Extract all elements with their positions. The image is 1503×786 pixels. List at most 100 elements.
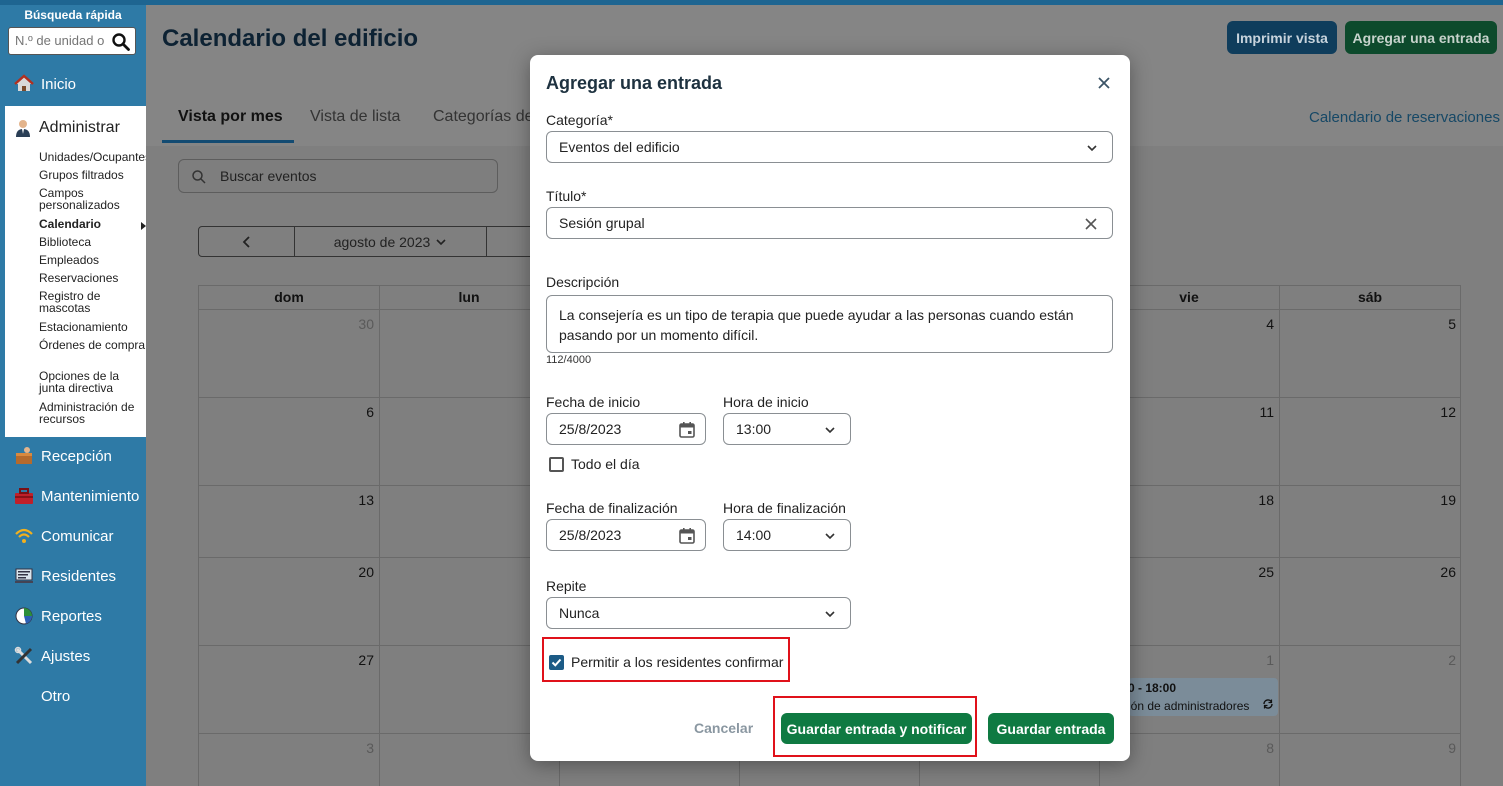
description-value: La consejería es un tipo de terapia que … — [559, 307, 1074, 343]
user-icon — [16, 120, 30, 137]
start-date-input[interactable]: 25/8/2023 — [546, 413, 706, 445]
sidebar-item-label: Mantenimiento — [41, 487, 140, 505]
day-number[interactable]: 27 — [344, 652, 374, 668]
calendar-icon[interactable] — [678, 421, 696, 439]
day-number[interactable]: 12 — [1426, 404, 1456, 420]
sidebar-subitem-empleados[interactable]: Empleados — [39, 254, 146, 266]
grid-line — [198, 285, 199, 786]
cancel-button[interactable]: Cancelar — [694, 713, 753, 744]
start-time-select[interactable]: 13:00 — [723, 413, 851, 445]
close-icon[interactable] — [1096, 75, 1112, 91]
sidebar-item-mantenimiento[interactable]: Mantenimiento — [0, 476, 146, 516]
sidebar-item-recepcion[interactable]: Recepción — [0, 436, 146, 476]
day-number[interactable]: 2 — [1426, 652, 1456, 668]
search-icon[interactable] — [111, 32, 131, 52]
tab-categories[interactable]: Categorías de — [433, 108, 534, 126]
tools-icon — [14, 646, 33, 665]
end-date-input[interactable]: 25/8/2023 — [546, 519, 706, 551]
save-entry-button[interactable]: Guardar entrada — [988, 713, 1114, 744]
prev-month-button[interactable] — [199, 227, 295, 256]
sidebar-item-label: Ajustes — [41, 647, 91, 665]
day-number[interactable]: 25 — [1244, 564, 1274, 580]
category-label: Categoría* — [546, 112, 613, 128]
sidebar-subitem-mascotas[interactable]: Registro de mascotas — [39, 290, 146, 314]
day-number[interactable]: 11 — [1244, 404, 1274, 420]
day-number[interactable]: 30 — [344, 316, 374, 332]
sidebar-item-ajustes[interactable]: Ajustes — [0, 636, 146, 676]
sidebar-subitem-reservaciones[interactable]: Reservaciones — [39, 272, 146, 284]
day-header-sun: dom — [274, 289, 304, 305]
package-icon — [16, 447, 32, 464]
all-day-label: Todo el día — [571, 456, 640, 472]
sidebar-subitem-ordenes[interactable]: Órdenes de compra — [39, 339, 146, 351]
print-view-button[interactable]: Imprimir vista — [1227, 21, 1337, 54]
chevron-down-icon — [436, 238, 446, 245]
category-select[interactable]: Eventos del edificio — [546, 131, 1113, 163]
day-number[interactable]: 1 — [1244, 652, 1274, 668]
all-day-checkbox[interactable] — [549, 457, 564, 472]
search-events-placeholder: Buscar eventos — [220, 168, 317, 184]
description-label: Descripción — [546, 274, 620, 290]
month-label: agosto de 2023 — [333, 233, 431, 250]
day-number[interactable]: 20 — [344, 564, 374, 580]
sidebar-item-comunicar[interactable]: Comunicar — [0, 516, 146, 556]
highlight-annotation — [773, 696, 977, 757]
day-number[interactable]: 18 — [1244, 492, 1274, 508]
grid-line — [1279, 285, 1280, 786]
day-number[interactable]: 19 — [1426, 492, 1456, 508]
search-icon — [192, 170, 206, 184]
day-number[interactable]: 5 — [1426, 316, 1456, 332]
repeat-label: Repite — [546, 578, 587, 594]
end-time-select[interactable]: 14:00 — [723, 519, 851, 551]
sidebar-subitem-calendario[interactable]: Calendario — [39, 218, 146, 230]
start-date-value: 25/8/2023 — [559, 421, 622, 437]
description-textarea[interactable]: La consejería es un tipo de terapia que … — [546, 295, 1113, 353]
title-value: Sesión grupal — [559, 215, 645, 231]
clear-icon[interactable] — [1084, 217, 1098, 231]
chevron-left-icon — [242, 235, 250, 248]
calendar-icon[interactable] — [678, 527, 696, 545]
sidebar-item-reportes[interactable]: Reportes — [0, 596, 146, 636]
sidebar: Búsqueda rápida Inicio Administrar Unida… — [0, 0, 151, 786]
month-select[interactable]: agosto de 2023 — [295, 227, 487, 256]
sidebar-subitem-biblioteca[interactable]: Biblioteca — [39, 236, 146, 248]
day-number[interactable]: 3 — [344, 740, 374, 756]
event-time: 0 - 18:00 — [1128, 681, 1177, 695]
cancel-label: Cancelar — [694, 720, 754, 736]
day-number[interactable]: 9 — [1426, 740, 1456, 756]
sidebar-item-inicio[interactable]: Inicio — [0, 64, 146, 104]
chevron-down-icon — [825, 611, 835, 618]
sidebar-item-otro[interactable]: Otro — [0, 676, 146, 716]
day-number[interactable]: 4 — [1244, 316, 1274, 332]
end-date-label: Fecha de finalización — [546, 500, 678, 516]
active-tab-indicator — [162, 140, 294, 143]
sidebar-item-administrar[interactable]: Administrar — [13, 118, 120, 138]
sidebar-subitem-grupos[interactable]: Grupos filtrados — [39, 169, 146, 181]
sidebar-item-residentes[interactable]: Residentes — [0, 556, 146, 596]
chevron-down-icon — [825, 533, 835, 540]
sidebar-subitem-junta[interactable]: Opciones de la junta directiva — [39, 370, 146, 394]
start-time-label: Hora de inicio — [723, 394, 809, 410]
add-entry-dialog: Agregar una entrada Categoría* Eventos d… — [530, 55, 1130, 761]
search-events-input[interactable]: Buscar eventos — [178, 159, 498, 193]
sidebar-subitem-campos[interactable]: Campos personalizados — [39, 187, 146, 211]
sidebar-top-bar — [0, 0, 146, 5]
sidebar-subitem-recursos[interactable]: Administración de recursos — [39, 401, 146, 425]
tab-month-view[interactable]: Vista por mes — [178, 108, 283, 126]
wifi-icon — [15, 528, 33, 543]
reservations-calendar-link[interactable]: Calendario de reservaciones — [1309, 109, 1500, 126]
sidebar-subitem-estacionamiento[interactable]: Estacionamiento — [39, 321, 146, 333]
day-number[interactable]: 26 — [1426, 564, 1456, 580]
repeat-select[interactable]: Nunca — [546, 597, 851, 629]
calendar-event[interactable]: 0 - 18:00 ión de administradores — [1128, 678, 1278, 716]
sidebar-subitem-unidades[interactable]: Unidades/Ocupantes — [39, 151, 151, 163]
title-input[interactable]: Sesión grupal — [546, 207, 1113, 239]
day-number[interactable]: 13 — [344, 492, 374, 508]
quick-search-box — [8, 27, 136, 55]
day-number[interactable]: 8 — [1244, 740, 1274, 756]
home-icon — [14, 74, 34, 91]
add-entry-button[interactable]: Agregar una entrada — [1345, 21, 1497, 54]
tab-list-view[interactable]: Vista de lista — [310, 108, 400, 126]
day-number[interactable]: 6 — [344, 404, 374, 420]
quick-search-input[interactable] — [15, 33, 111, 48]
